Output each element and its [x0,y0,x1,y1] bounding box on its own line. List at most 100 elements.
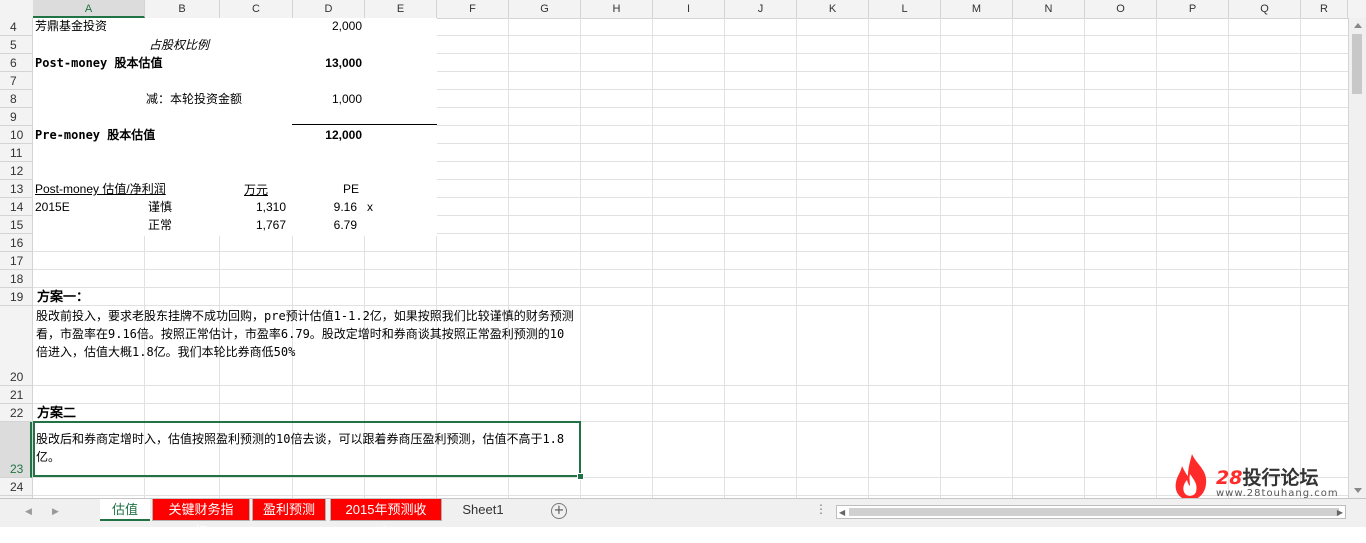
cell-d4[interactable]: 2,000 [292,18,362,34]
row-header-9[interactable]: 9 [0,108,32,126]
add-sheet-button[interactable]: + [551,503,567,519]
column-header-i[interactable]: I [653,0,725,18]
cell-a10[interactable]: Pre-money 股本估值 [35,127,155,143]
column-header-o[interactable]: O [1085,0,1157,18]
column-header-c[interactable]: C [220,0,293,18]
active-cell-selection[interactable] [33,421,581,477]
row-gridline [33,287,1348,288]
column-header-r[interactable]: R [1301,0,1348,18]
cell-a20[interactable]: 股改前投入，要求老股东挂牌不成功回购，pre预计估值1-1.2亿，如果按照我们比… [36,307,576,361]
scroll-left-icon[interactable]: ◀ [839,508,845,517]
column-header-f[interactable]: F [437,0,509,18]
cell-b5[interactable]: 占股权比例 [149,37,209,53]
column-gridline [1300,18,1301,498]
cell-b14[interactable]: 谨慎 [148,199,172,215]
row-header-7[interactable]: 7 [0,72,32,90]
scroll-right-icon[interactable]: ▶ [1337,508,1343,517]
fill-handle[interactable] [577,473,584,480]
row-header-15[interactable]: 15 [0,216,32,234]
cell-c13[interactable]: 万元 [244,182,268,198]
vertical-scroll-thumb[interactable] [1352,34,1362,94]
scroll-down-icon[interactable] [1354,488,1362,493]
cell-a14[interactable]: 2015E [35,199,70,215]
column-header-l[interactable]: L [869,0,941,18]
column-header-n[interactable]: N [1013,0,1085,18]
row-header-14[interactable]: 14 [0,198,32,216]
row-header-10[interactable]: 10 [0,126,32,144]
cell-a4[interactable]: 芳鼎基金投资 [35,18,107,34]
vertical-scrollbar[interactable] [1348,18,1366,498]
row-header-6[interactable]: 6 [0,54,32,72]
column-header-k[interactable]: K [797,0,869,18]
row-header-17[interactable]: 17 [0,252,32,270]
cell-a13[interactable]: Post-money 估值/净利润 [35,181,166,197]
row-gridline [33,269,1348,270]
cell-b15[interactable]: 正常 [148,217,172,233]
column-header-b[interactable]: B [145,0,220,18]
row-header-bar: 4 5 6 7 8 9 10 11 12 13 14 15 16 17 18 19 20 21 22 23 24 [0,18,33,498]
column-gridline [796,18,797,498]
cell-c14[interactable]: 1,310 [221,199,286,215]
row-header-12[interactable]: 12 [0,162,32,180]
cell-d8[interactable]: 1,000 [292,91,362,107]
column-header-a[interactable]: A [33,0,145,18]
row-header-22[interactable]: 22 [0,404,32,422]
row-header-24[interactable]: 24 [0,478,32,496]
column-header-g[interactable]: G [509,0,581,18]
row-gridline [33,477,1348,478]
row-header-19[interactable]: 19 [0,288,32,306]
row-header-13[interactable]: 13 [0,180,32,198]
cell-a6[interactable]: Post-money 股本估值 [35,55,162,71]
column-header-d[interactable]: D [293,0,365,18]
sheet-tab-5[interactable]: Sheet1 [449,499,517,521]
row-gridline [33,305,1348,306]
cell-d10[interactable]: 12,000 [292,127,362,143]
column-header-p[interactable]: P [1157,0,1229,18]
worksheet-grid[interactable]: 芳鼎基金投资 2,000 占股权比例 Post-money 股本估值 13,00… [33,18,1348,498]
row-header-11[interactable]: 11 [0,144,32,162]
row-header-8[interactable]: 8 [0,90,32,108]
row-gridline [33,251,1348,252]
column-gridline [940,18,941,498]
flame-icon [1175,454,1207,500]
cell-a22[interactable]: 方案二 [37,405,76,421]
tab-overflow-icon[interactable]: ⋮ [815,502,827,516]
cell-d6[interactable]: 13,000 [292,55,362,71]
column-header-j[interactable]: J [725,0,797,18]
horizontal-scrollbar[interactable]: ◀ ▶ [836,505,1346,519]
column-header-m[interactable]: M [941,0,1013,18]
column-gridline [1156,18,1157,498]
row-gridline [33,495,1348,496]
scroll-up-icon[interactable] [1354,23,1362,28]
column-gridline [1012,18,1013,498]
column-header-q[interactable]: Q [1229,0,1301,18]
sheet-tab-2[interactable]: 关键财务指标 [152,499,250,539]
cell-c15[interactable]: 1,767 [221,217,286,233]
row-header-5[interactable]: 5 [0,36,32,54]
cell-d14[interactable]: 9.16 [292,199,357,215]
cell-d15[interactable]: 6.79 [292,217,357,233]
horizontal-scroll-thumb[interactable] [849,508,1339,516]
cell-b8[interactable]: 减：本轮投资金额 [146,91,242,107]
cell-d13[interactable]: PE [343,181,359,197]
column-header-h[interactable]: H [581,0,653,18]
logo-text: 投行论坛 [1242,467,1319,489]
row-header-16[interactable]: 16 [0,234,32,252]
row-header-21[interactable]: 21 [0,386,32,404]
row-header-4[interactable]: 4 [0,18,32,36]
sheet-tab-4[interactable]: 2015年预测收入 [330,499,442,539]
row-gridline [33,403,1348,404]
cell-e14[interactable]: x [367,199,373,215]
cell-a19[interactable]: 方案一： [37,289,89,305]
prev-sheet-icon[interactable]: ◀ [25,507,32,517]
next-sheet-icon[interactable]: ▶ [52,507,59,517]
row-gridline [33,385,1348,386]
row-header-18[interactable]: 18 [0,270,32,288]
row-header-20[interactable]: 20 [0,306,32,386]
column-header-e[interactable]: E [365,0,437,18]
sheet-tab-3[interactable]: 盈利预测 [252,499,326,521]
row-header-23[interactable]: 23 [0,422,32,478]
sheet-tab-bar: ◀ ▶ 估值 关键财务指标 盈利预测 2015年预测收入 Sheet1 + ⋮ ◀ ▶ [0,498,1366,539]
sheet-tab-1[interactable]: 估值 [100,499,150,521]
column-gridline [1228,18,1229,498]
